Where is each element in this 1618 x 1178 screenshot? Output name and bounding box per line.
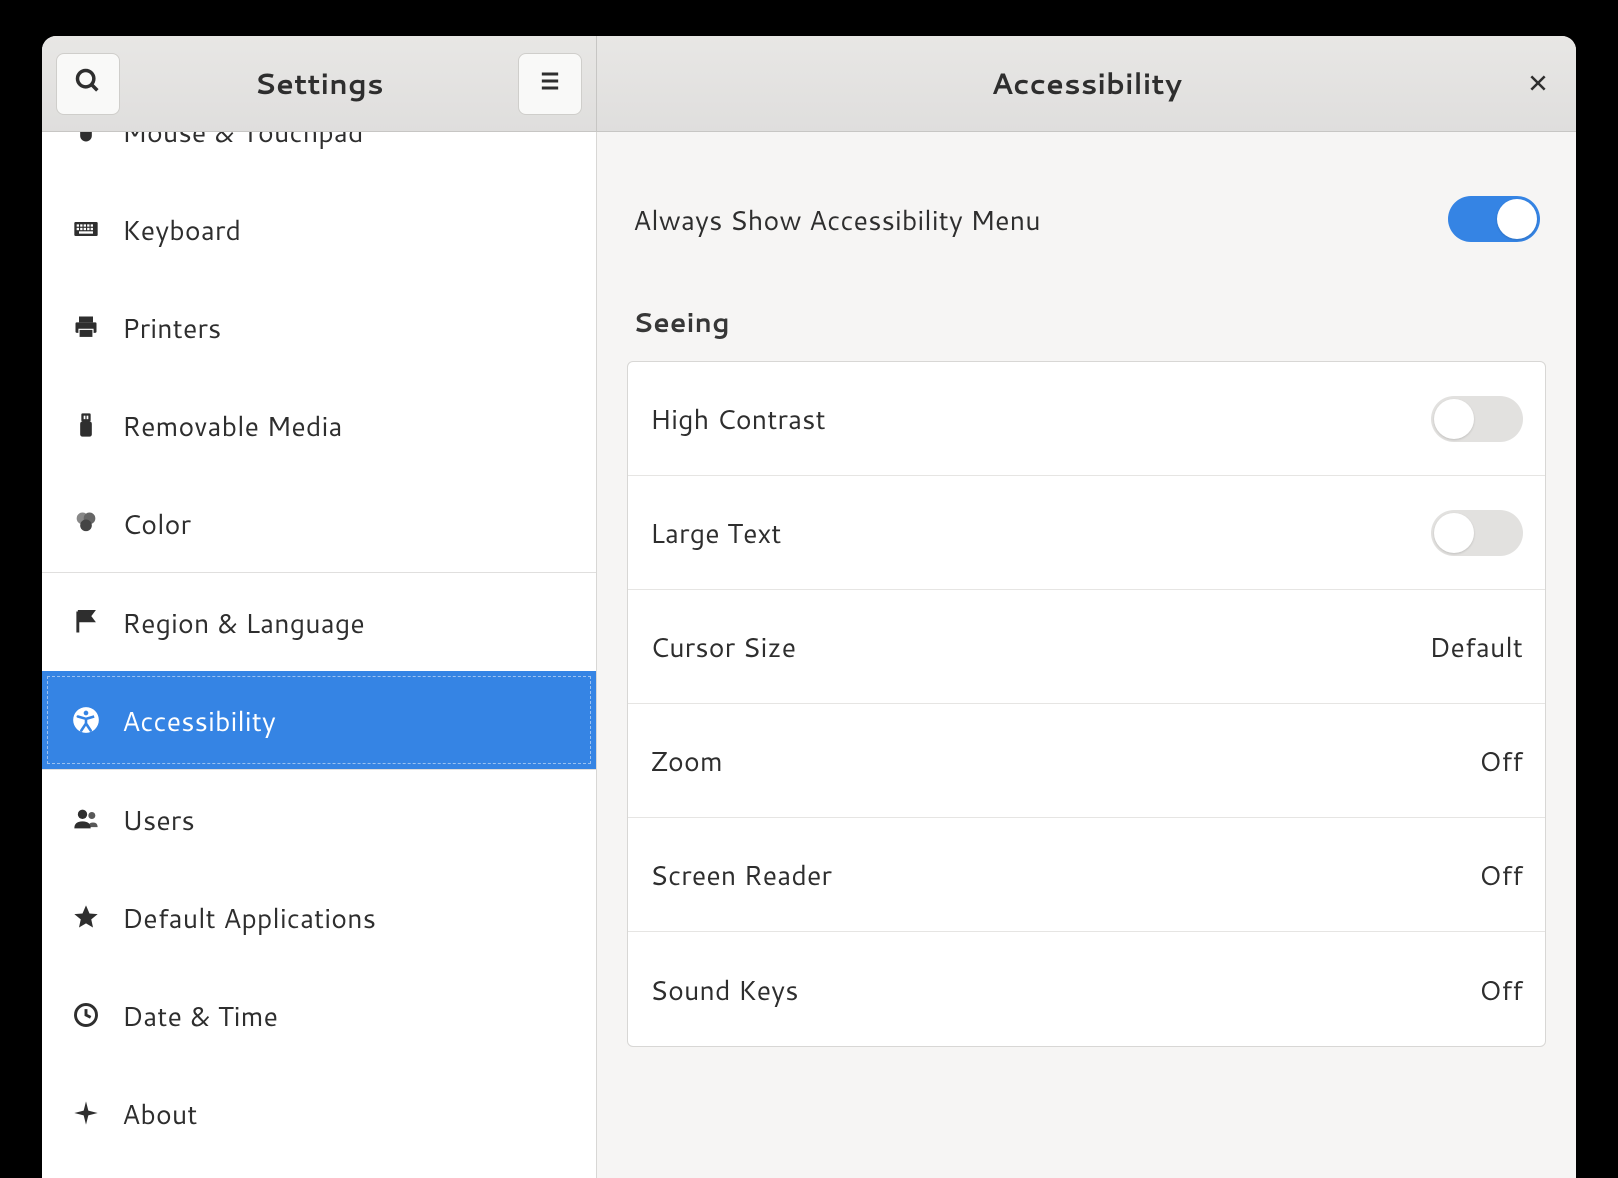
switch-knob [1497,199,1537,239]
content: Mouse & Touchpad Keyboard Printers Removabl… [42,132,1576,1178]
sidebar-item-label: Date & Time [122,996,278,1035]
search-icon [74,67,102,101]
sidebar-item-accessibility[interactable]: Accessibility [42,671,596,769]
row-label: Cursor Size [650,627,796,666]
printer-icon [72,313,122,341]
sidebar-item-region-language[interactable]: Region & Language [42,573,596,671]
main-panel: Always Show Accessibility Menu SeeingHig… [597,132,1576,1178]
sidebar-item-color[interactable]: Color [42,474,596,572]
star-icon [72,903,122,931]
large-text-switch[interactable] [1431,510,1523,556]
sidebar-item-mouse-touchpad[interactable]: Mouse & Touchpad [42,132,596,180]
row-label: Screen Reader [650,855,832,894]
row-value: Off [1479,855,1523,894]
always-show-accessibility-switch[interactable] [1448,196,1540,242]
sidebar-item-removable-media[interactable]: Removable Media [42,376,596,474]
sidebar-title: Settings [254,63,383,104]
sidebar-item-label: Region & Language [122,603,365,642]
row-sound-keys[interactable]: Sound Keys Off [628,932,1545,1046]
row-high-contrast[interactable]: High Contrast [628,362,1545,476]
row-zoom[interactable]: Zoom Off [628,704,1545,818]
flag-icon [72,608,122,636]
users-icon [72,805,122,833]
row-value: Default [1429,627,1523,666]
switch-knob [1434,399,1474,439]
row-label: Zoom [650,741,723,780]
accessibility-icon [72,706,122,734]
sidebar-item-label: Printers [122,308,221,347]
mouse-icon [72,132,122,145]
sidebar-item-label: About [122,1094,198,1133]
row-cursor-size[interactable]: Cursor Size Default [628,590,1545,704]
sidebar-item-label: Mouse & Touchpad [122,132,364,151]
sidebar-item-date-time[interactable]: Date & Time [42,966,596,1064]
titlebar: Settings Accessibility [42,36,1576,132]
sparkle-icon [72,1099,122,1127]
sidebar-item-printers[interactable]: Printers [42,278,596,376]
sidebar-item-label: Keyboard [122,210,241,249]
hamburger-icon [536,67,564,101]
clock-icon [72,1001,122,1029]
settings-list: High Contrast Large Text Cursor Size Defaul… [627,361,1546,1047]
row-label: Sound Keys [650,970,799,1009]
sidebar-item-label: Accessibility [122,701,276,740]
sidebar-item-users[interactable]: Users [42,770,596,868]
settings-window: Settings Accessibility Mouse & Touchpad K… [42,36,1576,1178]
switch-knob [1434,513,1474,553]
section-heading: Seeing [627,292,1546,361]
always-show-accessibility-label: Always Show Accessibility Menu [633,200,1041,239]
sidebar: Mouse & Touchpad Keyboard Printers Removabl… [42,132,597,1178]
keyboard-icon [72,215,122,243]
high-contrast-switch[interactable] [1431,396,1523,442]
row-screen-reader[interactable]: Screen Reader Off [628,818,1545,932]
removable-icon [72,411,122,439]
row-label: Large Text [650,513,782,552]
close-icon [1528,66,1548,102]
search-button[interactable] [56,53,120,115]
page-title: Accessibility [991,63,1182,104]
color-icon [72,509,122,537]
menu-button[interactable] [518,53,582,115]
sidebar-item-default-applications[interactable]: Default Applications [42,868,596,966]
sidebar-item-label: Removable Media [122,406,342,445]
sidebar-item-label: Color [122,504,191,543]
row-value: Off [1479,741,1523,780]
row-value: Off [1479,970,1523,1009]
sidebar-item-label: Users [122,800,195,839]
titlebar-right: Accessibility [597,36,1576,131]
sidebar-item-label: Default Applications [122,898,376,937]
row-large-text[interactable]: Large Text [628,476,1545,590]
close-button[interactable] [1518,64,1558,104]
sidebar-item-keyboard[interactable]: Keyboard [42,180,596,278]
sidebar-item-about[interactable]: About [42,1064,596,1162]
titlebar-left: Settings [42,36,597,131]
always-show-accessibility-row[interactable]: Always Show Accessibility Menu [627,156,1546,292]
row-label: High Contrast [650,399,826,438]
